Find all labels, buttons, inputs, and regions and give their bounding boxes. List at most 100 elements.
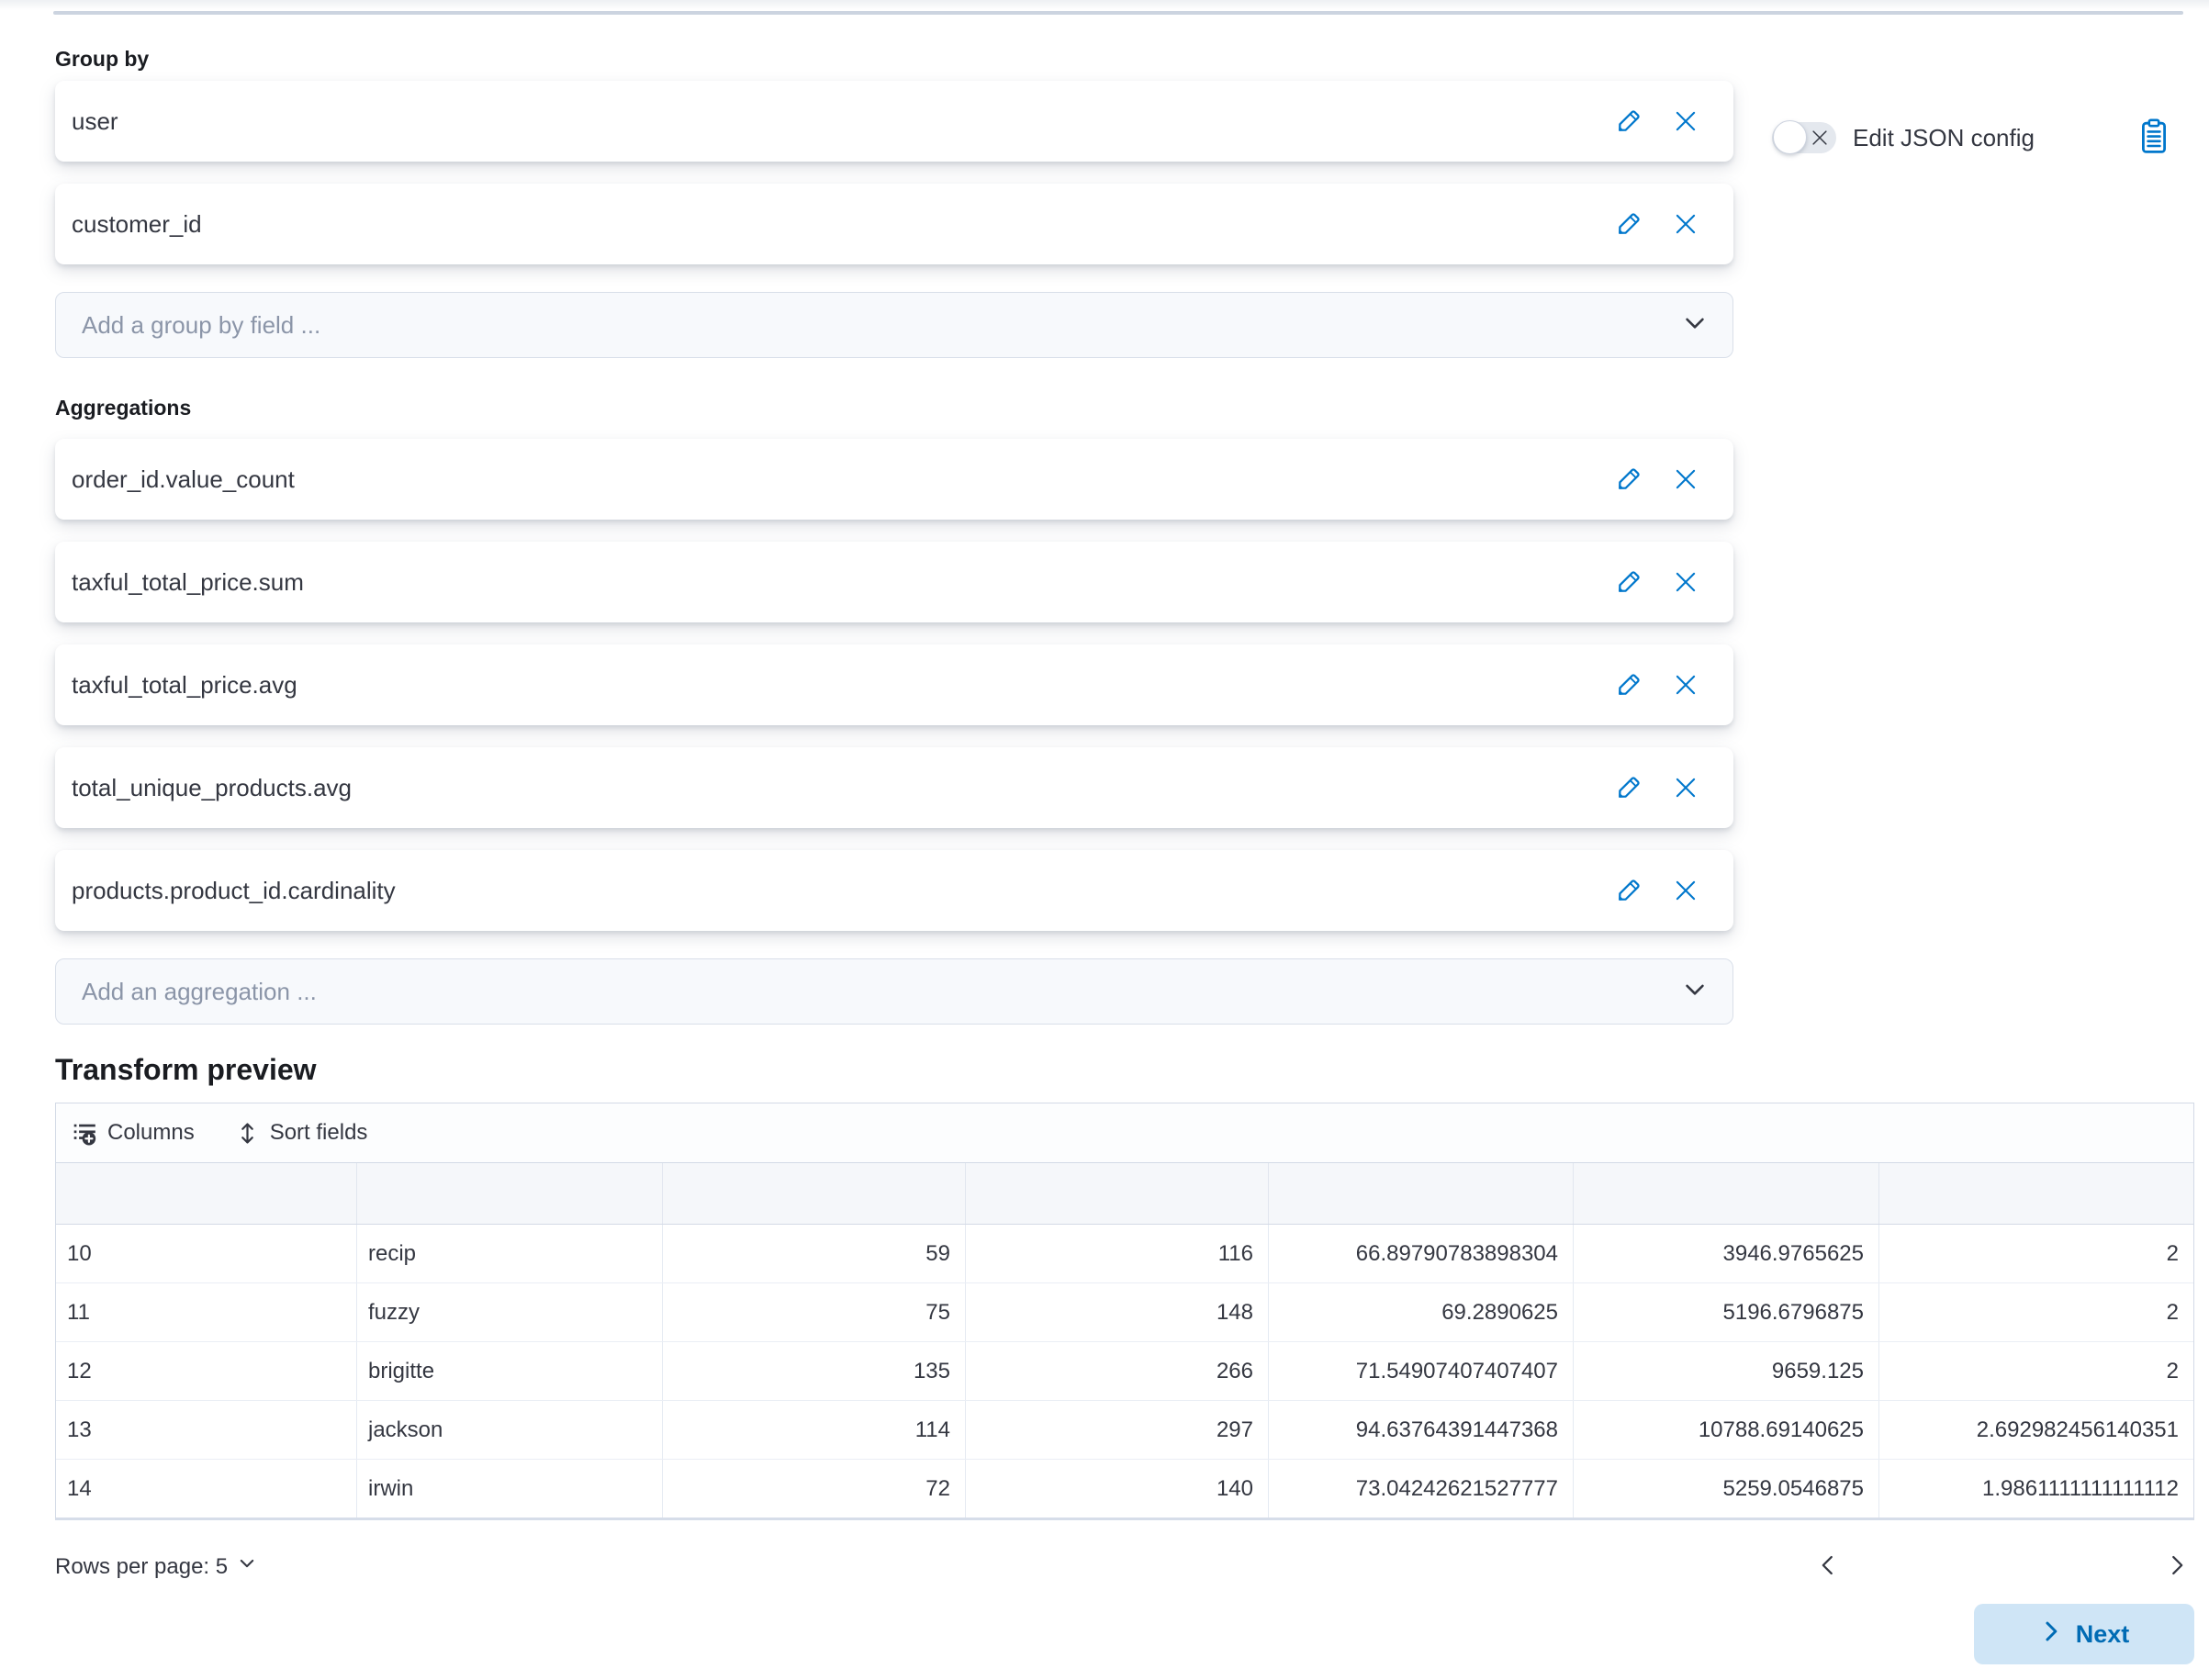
next-step-button[interactable]: Next	[1974, 1604, 2194, 1664]
cell-products-cardinality: 116	[966, 1225, 1269, 1282]
delete-field-button[interactable]	[1673, 878, 1699, 903]
cell-order-id-value-count: 72	[663, 1460, 966, 1518]
edit-field-button[interactable]	[1616, 672, 1642, 698]
delete-field-button[interactable]	[1673, 569, 1699, 595]
delete-field-button[interactable]	[1673, 672, 1699, 698]
chevron-down-icon	[1681, 309, 1709, 342]
scroll-fade	[0, 0, 2209, 10]
step-define-panel: Group by user customer_id	[55, 46, 2194, 1580]
cell-taxful-total-price-avg: 94.63764391447368	[1269, 1401, 1574, 1459]
field-card: products.product_id.cardinality	[55, 850, 1733, 931]
delete-field-button[interactable]	[1673, 108, 1699, 134]
page-number-button[interactable]	[1946, 1562, 1978, 1573]
transform-preview-grid: Columns Sort fields 10 recip 59 116 66.8…	[55, 1103, 2194, 1520]
table-row: 14 irwin 72 140 73.04242621527777 5259.0…	[56, 1459, 2193, 1518]
cell-products-cardinality: 140	[966, 1460, 1269, 1518]
sort-icon	[235, 1121, 260, 1146]
pencil-icon	[1616, 466, 1642, 492]
edit-field-button[interactable]	[1616, 569, 1642, 595]
toggle-knob	[1773, 120, 1807, 154]
field-card-label: order_id.value_count	[72, 465, 1616, 494]
pencil-icon	[1616, 878, 1642, 903]
cell-taxful-total-price-sum: 9659.125	[1574, 1342, 1879, 1400]
arrow-right-icon	[2039, 1619, 2063, 1650]
column-header[interactable]	[1879, 1163, 2193, 1224]
cell-order-id-value-count: 114	[663, 1401, 966, 1459]
cell-taxful-total-price-avg: 71.54907407407407	[1269, 1342, 1574, 1400]
sort-fields-button[interactable]: Sort fields	[235, 1120, 368, 1146]
chevron-down-icon	[1681, 976, 1709, 1008]
cell-order-id-value-count: 59	[663, 1225, 966, 1282]
cell-customer-id: 14	[56, 1460, 357, 1518]
columns-button[interactable]: Columns	[73, 1120, 195, 1146]
close-icon	[1673, 108, 1699, 134]
pencil-icon	[1616, 775, 1642, 801]
rows-per-page-button[interactable]: Rows per page: 5	[55, 1553, 257, 1580]
close-icon	[1673, 211, 1699, 237]
page-number-button[interactable]	[2079, 1562, 2102, 1573]
pencil-icon	[1616, 672, 1642, 698]
edit-json-label: Edit JSON config	[1853, 124, 2035, 152]
column-header[interactable]	[357, 1163, 663, 1224]
table-row: 10 recip 59 116 66.89790783898304 3946.9…	[56, 1225, 2193, 1282]
close-icon	[1673, 569, 1699, 595]
field-card-label: customer_id	[72, 210, 1616, 239]
edit-field-button[interactable]	[1616, 466, 1642, 492]
page-number-button[interactable]	[1858, 1562, 1889, 1573]
edit-field-button[interactable]	[1616, 108, 1642, 134]
cell-total-unique-products-avg: 2	[1879, 1283, 2193, 1341]
cell-products-cardinality: 297	[966, 1401, 1269, 1459]
edit-json-toggle[interactable]	[1772, 122, 1836, 153]
group-by-label: Group by	[55, 46, 2194, 72]
close-icon	[1673, 878, 1699, 903]
column-header[interactable]	[1269, 1163, 1574, 1224]
transform-preview-title: Transform preview	[55, 1052, 2194, 1087]
cell-total-unique-products-avg: 2	[1879, 1342, 2193, 1400]
page-number-button[interactable]	[1990, 1562, 2022, 1573]
group-by-list: user customer_id	[55, 81, 1733, 264]
delete-field-button[interactable]	[1673, 775, 1699, 801]
field-card-label: user	[72, 107, 1616, 136]
page-number-button[interactable]	[2035, 1562, 2066, 1573]
table-row: 13 jackson 114 297 94.63764391447368 107…	[56, 1400, 2193, 1459]
cell-taxful-total-price-avg: 69.2890625	[1269, 1283, 1574, 1341]
cell-total-unique-products-avg: 2.692982456140351	[1879, 1401, 2193, 1459]
cell-customer-id: 13	[56, 1401, 357, 1459]
column-header[interactable]	[663, 1163, 966, 1224]
pencil-icon	[1616, 211, 1642, 237]
close-icon	[1673, 672, 1699, 698]
field-card: order_id.value_count	[55, 439, 1733, 520]
page-number-button[interactable]	[1902, 1562, 1934, 1573]
next-page-button[interactable]	[2159, 1553, 2194, 1580]
cell-products-cardinality: 148	[966, 1283, 1269, 1341]
group-by-add-select[interactable]: Add a group by field ...	[55, 292, 1733, 358]
list-add-icon	[73, 1121, 97, 1146]
page-number-button[interactable]	[2115, 1562, 2147, 1573]
copy-config-button[interactable]	[2139, 118, 2169, 159]
cell-taxful-total-price-avg: 66.89790783898304	[1269, 1225, 1574, 1282]
field-card: user	[55, 81, 1733, 162]
field-card-label: products.product_id.cardinality	[72, 877, 1616, 905]
cell-total-unique-products-avg: 1.9861111111111112	[1879, 1460, 2193, 1518]
columns-button-label: Columns	[107, 1120, 195, 1146]
field-card: taxful_total_price.avg	[55, 644, 1733, 725]
aggregation-add-select[interactable]: Add an aggregation ...	[55, 958, 1733, 1025]
field-card-label: total_unique_products.avg	[72, 774, 1616, 802]
column-header[interactable]	[966, 1163, 1269, 1224]
table-header-row	[56, 1162, 2193, 1225]
edit-field-button[interactable]	[1616, 775, 1642, 801]
cell-user: irwin	[357, 1460, 663, 1518]
column-header[interactable]	[56, 1163, 357, 1224]
column-header[interactable]	[1574, 1163, 1879, 1224]
cell-customer-id: 12	[56, 1342, 357, 1400]
cell-user: fuzzy	[357, 1283, 663, 1341]
cell-user: recip	[357, 1225, 663, 1282]
edit-field-button[interactable]	[1616, 211, 1642, 237]
previous-page-button[interactable]	[1811, 1553, 1845, 1580]
delete-field-button[interactable]	[1673, 466, 1699, 492]
cell-user: jackson	[357, 1401, 663, 1459]
edit-field-button[interactable]	[1616, 878, 1642, 903]
cell-order-id-value-count: 75	[663, 1283, 966, 1341]
group-by-add-placeholder: Add a group by field ...	[82, 311, 1681, 340]
delete-field-button[interactable]	[1673, 211, 1699, 237]
